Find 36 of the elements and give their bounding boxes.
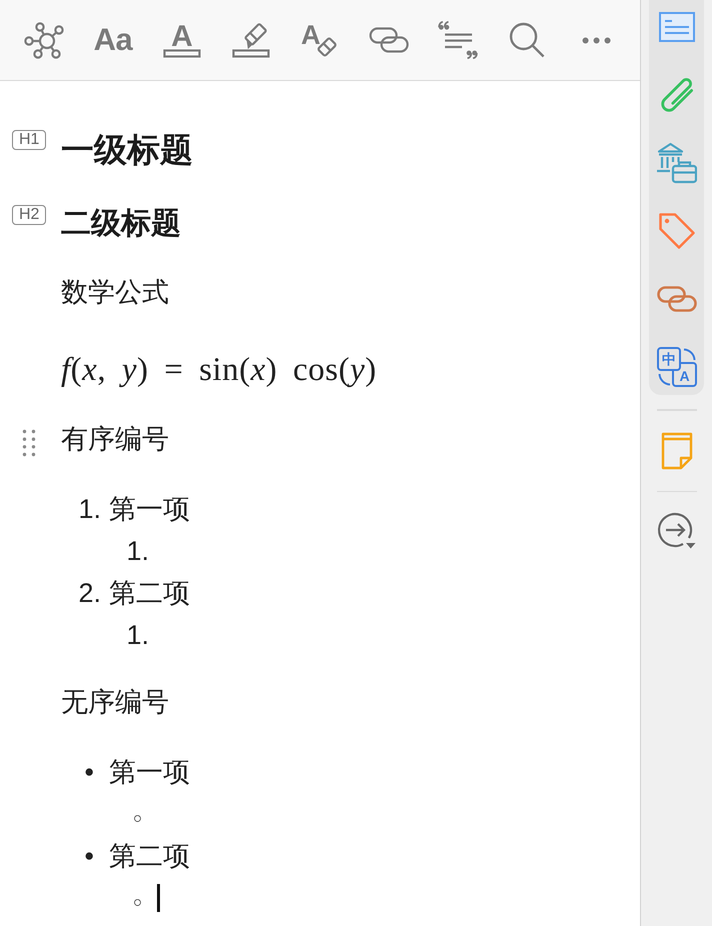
list-number: 2. xyxy=(78,578,101,608)
translate-button[interactable]: 中 A xyxy=(656,347,696,387)
clear-format-button[interactable]: A xyxy=(301,22,339,58)
paragraph-text: 有序编号 xyxy=(61,423,169,456)
mind-map-icon[interactable] xyxy=(24,22,64,58)
list-item-text: 第一项 xyxy=(109,493,190,526)
heading-level-badge: H2 xyxy=(12,205,46,225)
list-bullet: ○ xyxy=(132,894,142,910)
text-color-button[interactable]: A xyxy=(163,22,201,58)
list-bullet: • xyxy=(84,840,94,870)
drag-handle-icon[interactable] xyxy=(22,429,36,457)
list-item-text: 第一项 xyxy=(109,756,190,789)
heading: 二级标题 xyxy=(61,206,181,242)
paragraph-text: 无序编号 xyxy=(61,686,169,719)
link-icon[interactable] xyxy=(656,286,696,312)
math-formula: f(x, y) = sin(x) cos(y) xyxy=(61,351,377,390)
paperclip-icon[interactable] xyxy=(660,78,694,112)
list-item-text: 第二项 xyxy=(109,577,190,610)
heading: 一级标题 xyxy=(61,130,193,170)
highlighter-icon[interactable] xyxy=(232,22,270,58)
quote-icon[interactable] xyxy=(438,21,478,59)
tag-icon[interactable] xyxy=(658,212,696,250)
bank-briefcase-icon[interactable] xyxy=(656,142,696,184)
heading-level-badge: H1 xyxy=(12,130,46,150)
text-card-icon[interactable] xyxy=(658,12,694,42)
search-icon[interactable] xyxy=(509,22,545,58)
link-icon[interactable] xyxy=(369,27,409,53)
more-icon[interactable] xyxy=(582,36,610,44)
font-button[interactable]: Aa xyxy=(94,22,132,58)
list-bullet: ○ xyxy=(132,810,142,826)
list-number: 1. xyxy=(78,494,101,524)
list-item-text: 第二项 xyxy=(109,840,190,873)
list-bullet: • xyxy=(84,756,94,786)
list-number: 1. xyxy=(126,620,149,650)
list-number: 1. xyxy=(126,536,149,566)
paragraph-text: 数学公式 xyxy=(61,276,169,309)
